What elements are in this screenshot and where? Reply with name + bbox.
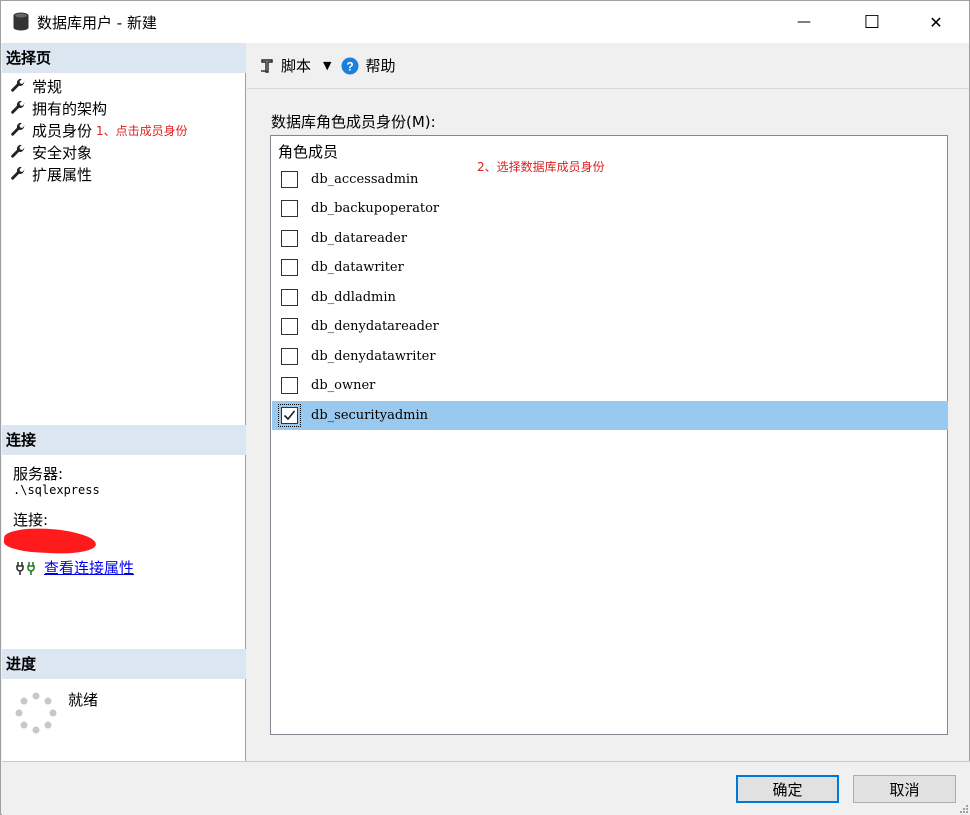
- nav-item-extended-properties[interactable]: 扩展属性: [10, 163, 92, 185]
- progress-status: 就绪: [68, 691, 99, 709]
- role-members-list[interactable]: 角色成员 2、选择数据库成员身份 db_accessadmin db_backu…: [270, 135, 948, 735]
- nav-item-label: 扩展属性: [32, 165, 93, 184]
- role-checkbox[interactable]: [281, 200, 298, 217]
- role-name: db_denydatawriter: [311, 349, 436, 364]
- nav-item-membership[interactable]: 成员身份 1、点击成员身份: [10, 119, 188, 141]
- role-checkbox[interactable]: [281, 318, 298, 335]
- role-name: db_owner: [311, 378, 376, 393]
- minimize-button[interactable]: —: [781, 1, 827, 43]
- role-membership-label: 数据库角色成员身份(M):: [271, 113, 436, 131]
- wrench-icon: [11, 100, 25, 114]
- connection-plug-icon: [16, 561, 35, 575]
- role-name: db_ddladmin: [311, 290, 396, 305]
- role-checkbox[interactable]: [281, 230, 298, 247]
- nav-item-label: 安全对象: [32, 143, 93, 162]
- help-button[interactable]: ? 帮助: [341, 55, 396, 76]
- right-pane: 脚本 ▼ ? 帮助 数据库角色成员身份(M): 角色成员 2、选择数据库成员身份…: [247, 43, 969, 761]
- role-name: db_datawriter: [311, 260, 404, 275]
- role-name: db_denydatareader: [311, 319, 439, 334]
- nav-item-label: 成员身份: [32, 121, 93, 140]
- role-checkbox[interactable]: [281, 377, 298, 394]
- view-connection-row: 查看连接属性: [16, 557, 134, 578]
- left-pane: 选择页 常规 拥有的架构 成员身份 1、点击成员身份 安全对象 扩展属性 连接 …: [2, 43, 246, 761]
- close-button[interactable]: ✕: [913, 1, 959, 43]
- server-value: .\sqlexpress: [13, 483, 100, 497]
- script-icon: [261, 58, 273, 73]
- toolbar: 脚本 ▼ ? 帮助: [247, 43, 969, 89]
- checkmark-icon: [283, 410, 296, 421]
- list-item[interactable]: db_owner: [272, 371, 948, 400]
- wrench-icon: [11, 144, 25, 158]
- window-title: 数据库用户 - 新建: [37, 14, 157, 32]
- list-item[interactable]: db_denydatareader: [272, 312, 948, 341]
- dialog-window: 数据库用户 - 新建 — ☐ ✕ 选择页 常规 拥有的架构 成员身份 1、点击成…: [0, 0, 970, 815]
- list-item[interactable]: db_datawriter: [272, 253, 948, 282]
- list-item[interactable]: db_denydatawriter: [272, 342, 948, 371]
- dialog-button-bar: 确定 取消: [2, 761, 970, 815]
- list-item[interactable]: db_backupoperator: [272, 194, 948, 223]
- close-icon: ✕: [929, 12, 943, 32]
- role-members-column-header: 角色成员: [278, 143, 339, 161]
- role-name: db_datareader: [311, 231, 408, 246]
- nav-item-securables[interactable]: 安全对象: [10, 141, 92, 163]
- view-connection-properties-link[interactable]: 查看连接属性: [44, 557, 134, 578]
- nav-item-label: 拥有的架构: [32, 99, 108, 118]
- list-item[interactable]: db_datareader: [272, 224, 948, 253]
- list-item[interactable]: db_accessadmin: [272, 165, 948, 194]
- script-label: 脚本: [281, 57, 312, 75]
- connection-header: 连接: [2, 425, 246, 455]
- server-label: 服务器:: [13, 465, 64, 483]
- nav-item-owned-schemas[interactable]: 拥有的架构: [10, 97, 107, 119]
- wrench-icon: [11, 78, 25, 92]
- role-checkbox-checked[interactable]: [278, 404, 301, 427]
- svg-text:?: ?: [347, 59, 354, 73]
- maximize-icon: ☐: [863, 11, 881, 33]
- redaction-mark: [3, 526, 97, 556]
- wrench-icon: [11, 122, 25, 136]
- minimize-icon: —: [797, 14, 811, 30]
- progress-header: 进度: [2, 649, 246, 679]
- connection-label: 连接:: [13, 511, 49, 529]
- script-button[interactable]: 脚本: [259, 55, 311, 76]
- nav-item-general[interactable]: 常规: [10, 75, 62, 97]
- annotation-step-1: 1、点击成员身份: [96, 123, 188, 138]
- help-label: 帮助: [365, 57, 396, 75]
- help-icon: ?: [341, 57, 359, 74]
- role-checkbox[interactable]: [281, 289, 298, 306]
- database-icon: [13, 12, 29, 31]
- list-item-selected[interactable]: db_securityadmin: [272, 401, 948, 430]
- select-page-header: 选择页: [2, 43, 246, 73]
- wrench-icon: [11, 166, 25, 180]
- chevron-down-icon[interactable]: ▼: [323, 59, 331, 72]
- cancel-button[interactable]: 取消: [853, 775, 956, 803]
- ok-button[interactable]: 确定: [736, 775, 839, 803]
- nav-item-label: 常规: [32, 77, 63, 96]
- progress-spinner-icon: [15, 692, 57, 734]
- maximize-button[interactable]: ☐: [849, 1, 895, 43]
- role-name: db_securityadmin: [311, 408, 429, 423]
- role-name: db_accessadmin: [311, 172, 419, 187]
- role-checkbox[interactable]: [281, 259, 298, 276]
- role-checkbox[interactable]: [281, 171, 298, 188]
- list-item[interactable]: db_ddladmin: [272, 283, 948, 312]
- resize-grip-icon[interactable]: [958, 803, 968, 813]
- role-name: db_backupoperator: [311, 201, 440, 216]
- title-bar[interactable]: 数据库用户 - 新建 — ☐ ✕: [1, 1, 969, 43]
- role-checkbox[interactable]: [281, 348, 298, 365]
